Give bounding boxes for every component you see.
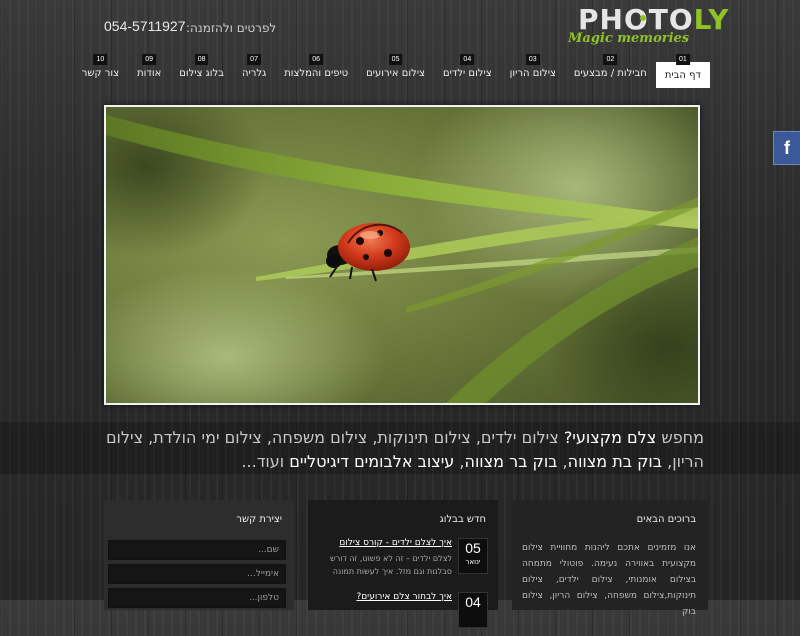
- nav-number: 08: [194, 54, 209, 65]
- nav-label: גלריה: [241, 68, 267, 79]
- nav-item-events[interactable]: 05 צילום אירועים: [357, 54, 434, 88]
- nav-item-pregnancy[interactable]: 03 צילום הריון: [501, 54, 565, 88]
- nav-label: בלוג צילום: [179, 68, 224, 79]
- post-date: 04: [458, 592, 488, 628]
- post-title-link[interactable]: איך לצלם ילדים - קורס צילום: [339, 538, 452, 548]
- nav-item-tips[interactable]: 06 טיפים והמלצות: [275, 54, 357, 88]
- nav-item-kids[interactable]: 04 צילום ילדים: [434, 54, 501, 88]
- post-date: 05 ינואר: [458, 538, 488, 574]
- main-nav: 01 דף הבית 02 חבילות / מבצעים 03 צילום הריו…: [73, 54, 710, 88]
- nav-number: 03: [525, 54, 540, 65]
- blog-widget: חדש בבלוג 05 ינואר איך לצלם ילדים - קורס…: [308, 500, 498, 628]
- facebook-button[interactable]: f: [773, 131, 800, 165]
- contact-title: יצירת קשר: [236, 514, 282, 525]
- phone-number[interactable]: 054-5711927: [104, 18, 185, 34]
- nav-number: 06: [309, 54, 324, 65]
- blog-title: חדש בבלוג: [439, 514, 486, 525]
- welcome-text: אנו מזמינים אתכם ליהנות מחוויית צילום מק…: [522, 543, 696, 617]
- welcome-widget: ברוכים הבאים אנו מזמינים אתכם ליהנות מחו…: [512, 500, 708, 617]
- nav-item-home[interactable]: 01 דף הבית: [655, 54, 710, 88]
- phone-input[interactable]: [108, 588, 286, 608]
- nav-label: צילום ילדים: [443, 68, 492, 79]
- nav-item-about[interactable]: 09 אודות: [128, 54, 170, 88]
- nav-label: אודות: [137, 68, 162, 79]
- hero-slider-image[interactable]: [104, 105, 700, 405]
- nav-label: צילום אירועים: [366, 68, 425, 79]
- nav-label: צילום הריון: [509, 68, 556, 79]
- email-input[interactable]: [108, 564, 286, 584]
- nav-number: 07: [247, 54, 261, 65]
- nav-number: 10: [93, 54, 108, 65]
- nav-number: 09: [142, 54, 157, 65]
- tagline-text: מחפש צלם מקצועי? צילום ילדים, צילום תינו…: [105, 428, 704, 471]
- nav-number: 02: [603, 54, 618, 65]
- welcome-title: ברוכים הבאים: [636, 514, 696, 525]
- nav-number: 04: [460, 54, 475, 65]
- nav-item-packages[interactable]: 02 חבילות / מבצעים: [565, 54, 656, 88]
- logo-tagline: Magic memories: [568, 31, 690, 46]
- logo-lens-dot: [640, 15, 646, 21]
- nav-label: צור קשר: [81, 68, 120, 79]
- blog-post[interactable]: 05 ינואר איך לצלם ילדים - קורס צילום לצל…: [316, 538, 488, 582]
- facebook-icon: f: [784, 137, 790, 158]
- contact-widget: יצירת קשר: [104, 500, 294, 610]
- blog-post[interactable]: 04 איך לבחור צלם אירועים?: [316, 592, 488, 636]
- ladybug-photo-icon: [106, 107, 698, 403]
- nav-label: דף הבית: [664, 70, 701, 81]
- nav-number: 05: [388, 54, 403, 65]
- site-logo[interactable]: PHOTOLY Magic memories: [568, 4, 728, 48]
- phone-label: לפרטים ולהזמנה:: [186, 21, 277, 35]
- nav-number: 01: [676, 54, 690, 65]
- nav-item-gallery[interactable]: 07 גלריה: [233, 54, 275, 88]
- post-title-link[interactable]: איך לבחור צלם אירועים?: [356, 592, 452, 602]
- nav-item-blog[interactable]: 08 בלוג צילום: [170, 54, 233, 88]
- nav-item-contact[interactable]: 10 צור קשר: [73, 54, 128, 88]
- name-input[interactable]: [108, 540, 286, 560]
- nav-label: חבילות / מבצעים: [573, 68, 647, 79]
- post-excerpt: לצלם ילדים – זה לא פשוט, זה דורש סבלנות …: [330, 554, 452, 576]
- nav-label: טיפים והמלצות: [284, 68, 349, 79]
